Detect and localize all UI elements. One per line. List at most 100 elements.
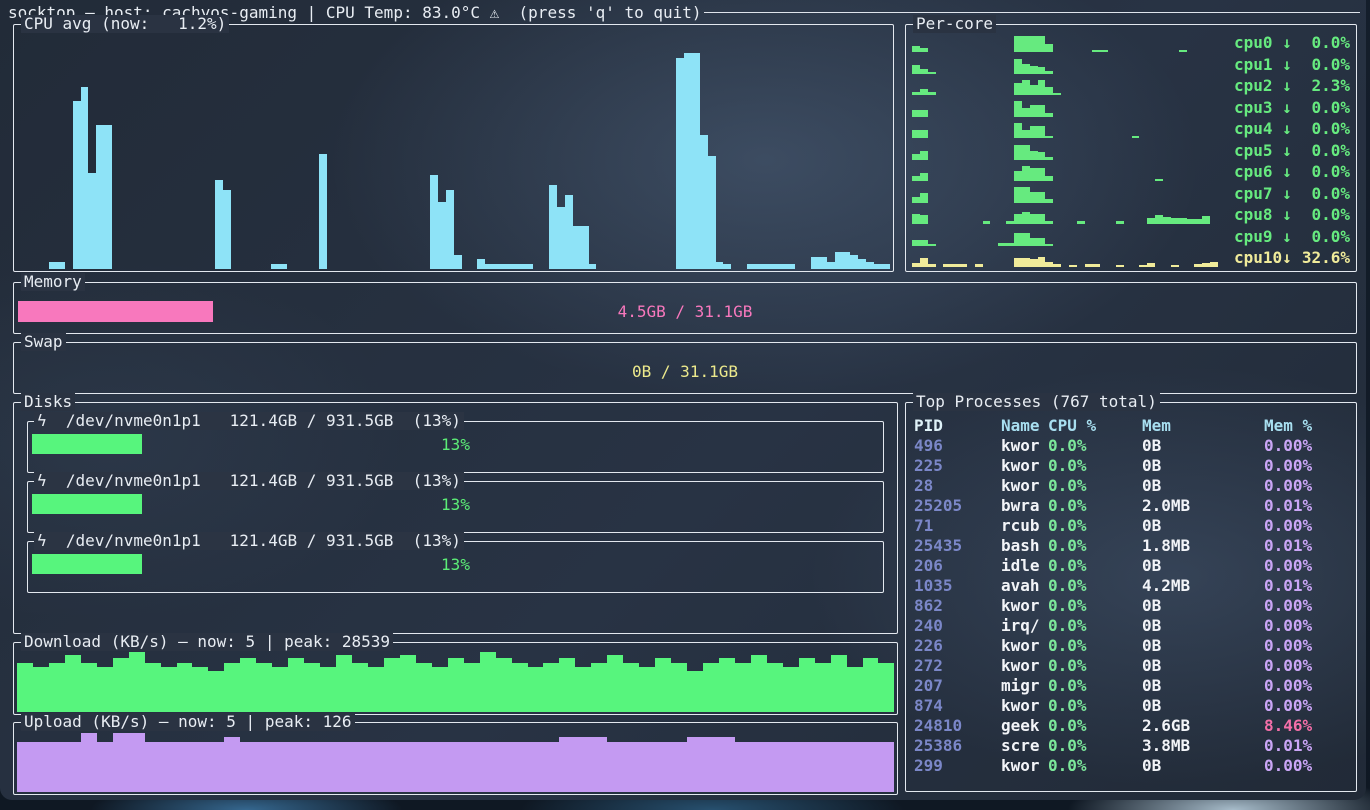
chart-bar [912, 110, 920, 117]
chart-bar [1163, 217, 1171, 224]
chart-bar [416, 663, 432, 712]
chart-bar [920, 89, 928, 95]
core-usage-percent: 32.6% [1292, 248, 1350, 267]
chart-bar [1022, 212, 1030, 224]
chart-bar [1038, 126, 1046, 138]
chart-bar [708, 156, 716, 269]
chart-bar [1014, 187, 1022, 203]
chart-bar [480, 742, 496, 792]
core-row: cpu8 ↓0.0% [912, 205, 1350, 224]
chart-bar [815, 663, 831, 712]
chart-bar [700, 135, 708, 269]
chart-bar [878, 663, 894, 712]
chart-bar [943, 264, 951, 267]
chart-bar [920, 215, 928, 224]
chart-bar [1045, 71, 1053, 73]
column-header: Name [1001, 416, 1048, 435]
cpu-percent-cell: 0.0% [1048, 716, 1142, 735]
chart-bar [416, 742, 432, 792]
chart-bar [400, 742, 416, 792]
core-sparkline [912, 163, 1226, 181]
table-row: 874kwor0.0%0B0.00% [906, 695, 1356, 715]
chart-bar [581, 226, 589, 269]
core-usage-percent: 0.0% [1292, 162, 1350, 181]
chart-bar [223, 190, 231, 269]
cpu-percent-cell: 0.0% [1048, 676, 1142, 695]
chart-bar [528, 742, 544, 792]
core-usage-percent: 0.0% [1292, 141, 1350, 160]
chart-bar [129, 652, 145, 712]
chart-bar [573, 226, 581, 269]
chart-bar [1030, 259, 1038, 267]
chart-bar [543, 742, 559, 792]
chart-bar [501, 264, 509, 269]
chart-bar [1014, 214, 1022, 224]
chart-bar [1038, 214, 1046, 224]
terminal-window: socktop — host: cachyos-gaming | CPU Tem… [0, 0, 1366, 800]
chart-bar [866, 262, 874, 269]
chart-bar [676, 58, 684, 269]
chart-bar [33, 667, 49, 712]
disk-usage-percent: 13% [28, 435, 883, 454]
per-core-rows: cpu0 ↓0.0%cpu1 ↓0.0%cpu2 ↓2.3%cpu3 ↓0.0%… [912, 33, 1350, 267]
chart-bar [438, 202, 446, 269]
chart-bar [113, 733, 129, 792]
chart-bar [912, 46, 920, 52]
chart-bar [920, 48, 928, 52]
chart-bar [1045, 87, 1053, 95]
chart-bar [655, 658, 671, 712]
chart-bar [703, 737, 719, 792]
chart-bar [858, 259, 866, 269]
chart-bar [496, 658, 512, 712]
chart-bar [430, 175, 438, 269]
column-header: CPU % [1048, 416, 1142, 435]
chart-bar [589, 264, 597, 269]
core-label: cpu10↓ [1234, 248, 1292, 267]
cpu-percent-cell: 0.0% [1048, 656, 1142, 675]
chart-bar [177, 742, 193, 792]
chart-bar [847, 667, 863, 712]
chart-bar [33, 742, 49, 792]
core-row: cpu9 ↓0.0% [912, 227, 1350, 246]
chart-bar [1155, 179, 1163, 181]
mem-percent-cell: 0.00% [1264, 516, 1348, 535]
cpu-percent-cell: 0.0% [1048, 556, 1142, 575]
table-row: 272kwor0.0%0B0.00% [906, 655, 1356, 675]
per-core-panel-title: Per-core [913, 15, 996, 33]
chart-bar [17, 742, 33, 792]
chart-bar [57, 262, 65, 269]
pid-cell: 496 [914, 436, 1001, 455]
chart-bar [928, 92, 936, 95]
pid-cell: 226 [914, 636, 1001, 655]
mem-cell: 0B [1142, 636, 1264, 655]
chart-bar [983, 221, 991, 224]
chart-bar [575, 667, 591, 712]
cpu-avg-chart [17, 29, 890, 269]
chart-bar [145, 742, 161, 792]
chart-bar [920, 110, 928, 117]
chart-bar [256, 742, 272, 792]
chart-bar [1030, 151, 1038, 159]
chart-bar [912, 240, 920, 245]
table-row: 226kwor0.0%0B0.00% [906, 635, 1356, 655]
chart-bar [49, 742, 65, 792]
chart-bar [912, 154, 920, 160]
process-name-cell: irq/ [1001, 616, 1048, 635]
mem-cell: 0B [1142, 756, 1264, 775]
chart-bar [271, 264, 279, 269]
chart-bar [1179, 218, 1187, 224]
core-sparkline [912, 120, 1226, 138]
core-usage-percent: 0.0% [1292, 55, 1350, 74]
cpu-percent-cell: 0.0% [1048, 496, 1142, 515]
cpu-percent-cell: 0.0% [1048, 756, 1142, 775]
chart-bar [224, 737, 240, 792]
core-label: cpu5 ↓ [1234, 141, 1292, 160]
column-header: PID [914, 416, 1001, 435]
chart-bar [1038, 168, 1046, 181]
core-row: cpu5 ↓0.0% [912, 141, 1350, 160]
disk-item: ϟ /dev/nvme0n1p1 121.4GB / 931.5GB (13%)… [27, 481, 884, 533]
core-row: cpu10↓32.6% [912, 248, 1350, 267]
chart-bar [177, 663, 193, 712]
chart-bar [1014, 171, 1022, 181]
mem-cell: 2.6GB [1142, 716, 1264, 735]
